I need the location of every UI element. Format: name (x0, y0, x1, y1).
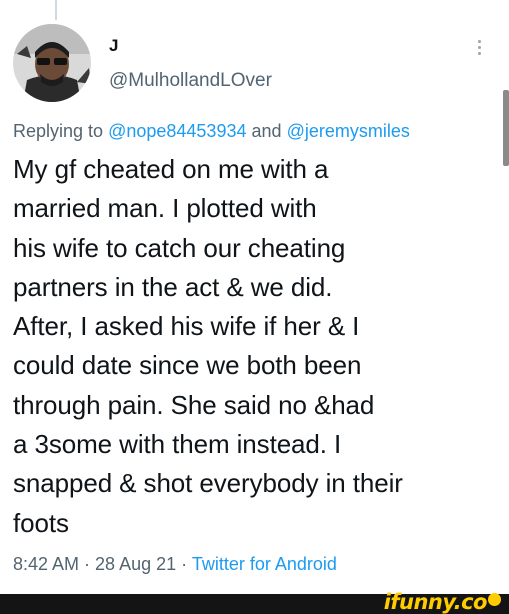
meta-separator: · (79, 554, 96, 574)
tweet-source[interactable]: Twitter for Android (192, 554, 337, 574)
avatar-image (13, 24, 91, 102)
author-display-name[interactable]: J (109, 36, 118, 56)
smiley-icon (488, 593, 501, 606)
replying-prefix: Replying to (13, 121, 104, 141)
replying-conjunction: and (251, 121, 282, 141)
more-dot (478, 40, 481, 43)
mention-link-1[interactable]: @nope84453934 (108, 121, 246, 141)
avatar[interactable] (13, 24, 91, 102)
tweet-text-line: My gf cheated on me with a (13, 154, 329, 184)
more-dot (478, 46, 481, 49)
tweet-text-line: After, I asked his wife if her & I (13, 311, 360, 342)
tweet-text-line: through pain. She said no &had (13, 389, 375, 420)
replying-to: Replying to @nope84453934 and @jeremysmi… (13, 121, 410, 142)
watermark-text: ifunny.co (383, 590, 488, 614)
tweet-time[interactable]: 8:42 AM (13, 554, 79, 574)
ifunny-logo: ifunny.co (384, 590, 501, 614)
tweet-date[interactable]: 28 Aug 21 (95, 554, 176, 574)
tweet-text-line: his wife to catch our cheating (13, 232, 346, 263)
tweet-metadata: 8:42 AM · 28 Aug 21 · Twitter for Androi… (13, 554, 337, 575)
tweet-text-line: married man. I plotted with (13, 193, 317, 224)
tweet-text-line: snapped & shot everybody in their (13, 468, 403, 499)
tweet-text-line: could date since we both been (13, 350, 362, 381)
thread-connector-line (55, 0, 57, 20)
tweet-text-line: partners in the act & we did. (13, 271, 333, 302)
author-handle[interactable]: @MulhollandLOver (109, 70, 272, 92)
meta-separator: · (176, 554, 192, 574)
tweet-text: My gf cheated on me with a married man. … (13, 150, 499, 543)
scrollbar-thumb[interactable] (503, 90, 509, 166)
tweet-text-line: a 3some with them instead. I (13, 429, 342, 460)
tweet-text-line: foots (13, 507, 69, 538)
mention-link-2[interactable]: @jeremysmiles (287, 121, 410, 141)
more-dot (478, 52, 481, 55)
more-options-icon[interactable] (470, 38, 490, 58)
watermark-bar: ifunny.co (0, 590, 509, 614)
